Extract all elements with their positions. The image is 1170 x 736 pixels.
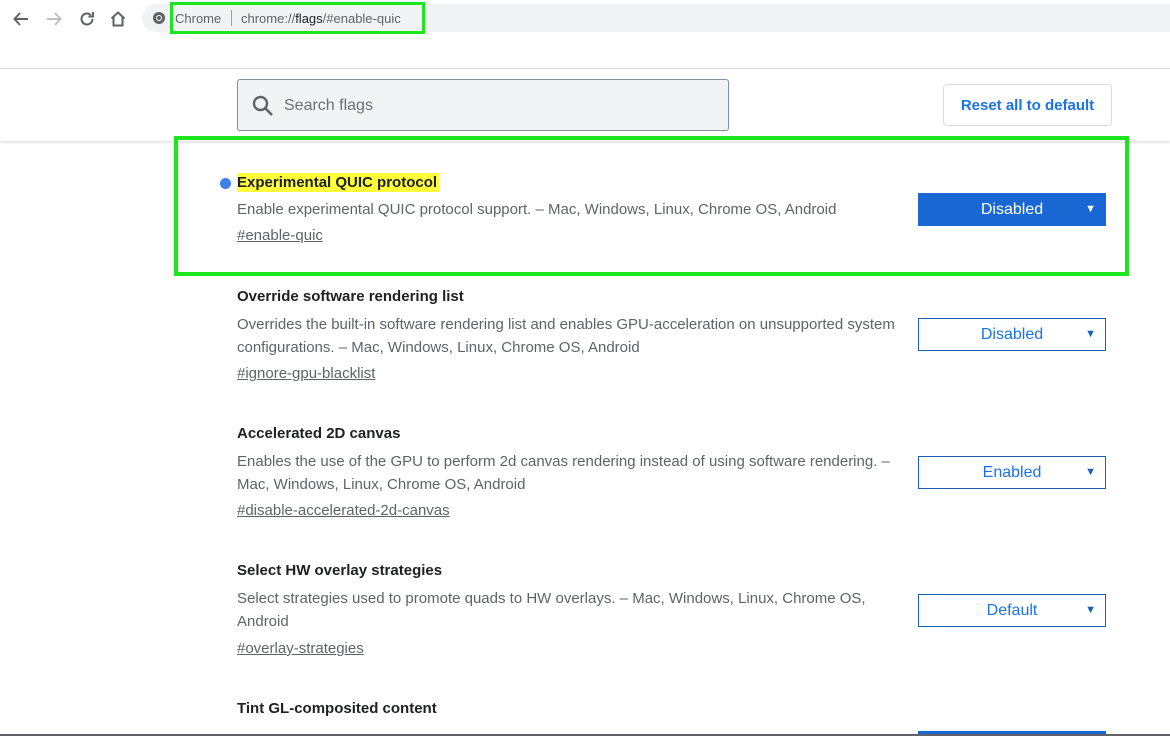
flag-link[interactable]: #disable-accelerated-2d-canvas: [237, 502, 450, 519]
arrow-left-icon: [13, 12, 28, 26]
flag-select[interactable]: Enabled ▼: [918, 456, 1106, 489]
arrow-right-icon: [47, 12, 62, 26]
home-button[interactable]: [106, 7, 130, 31]
flag-description: Overrides the built-in software renderin…: [237, 316, 895, 356]
search-icon: [252, 95, 273, 116]
select-value: Disabled: [980, 200, 1044, 218]
flag-select[interactable]: Disabled ▼: [918, 193, 1106, 226]
select-value: Enabled: [982, 463, 1042, 481]
address-bar[interactable]: Chrome chrome://flags/#enable-quic: [142, 2, 1170, 34]
modified-indicator-dot: [220, 178, 231, 189]
flag-description: Enables the use of the GPU to perform 2d…: [237, 453, 890, 493]
dropdown-arrow-icon: ▼: [1085, 604, 1096, 616]
reload-button[interactable]: [75, 7, 99, 31]
search-box[interactable]: [237, 79, 729, 131]
chrome-logo-icon: [153, 12, 165, 24]
back-button[interactable]: [9, 7, 33, 31]
flag-description: Enable experimental QUIC protocol suppor…: [237, 201, 837, 218]
dropdown-arrow-icon: ▼: [1085, 466, 1096, 478]
reset-all-button[interactable]: Reset all to default: [943, 84, 1112, 126]
reload-icon: [80, 12, 94, 26]
flag-link[interactable]: #overlay-strategies: [237, 640, 364, 657]
dropdown-arrow-icon: ▼: [1085, 328, 1096, 340]
search-input[interactable]: [284, 94, 704, 118]
dropdown-arrow-icon: ▼: [1085, 203, 1096, 215]
flag-title: Experimental QUIC protocol: [237, 173, 440, 192]
select-value: Default: [986, 601, 1038, 619]
flag-link[interactable]: #enable-quic: [237, 227, 323, 244]
browser-toolbar: Chrome chrome://flags/#enable-quic: [0, 0, 1170, 38]
flag-title: Tint GL-composited content: [237, 700, 437, 717]
forward-button[interactable]: [42, 7, 66, 31]
flag-title: Override software rendering list: [237, 288, 464, 305]
home-icon: [110, 11, 126, 27]
url-highlight-box: [170, 2, 425, 34]
flag-title: Accelerated 2D canvas: [237, 425, 401, 442]
flag-title: Select HW overlay strategies: [237, 562, 443, 579]
flag-description: Select strategies used to promote quads …: [237, 590, 866, 630]
flags-header: Reset all to default: [0, 69, 1170, 141]
select-value: Disabled: [980, 325, 1044, 343]
flag-select[interactable]: Disabled ▼: [918, 318, 1106, 351]
flag-select[interactable]: Default ▼: [918, 594, 1106, 627]
flag-link[interactable]: #ignore-gpu-blacklist: [237, 365, 375, 382]
